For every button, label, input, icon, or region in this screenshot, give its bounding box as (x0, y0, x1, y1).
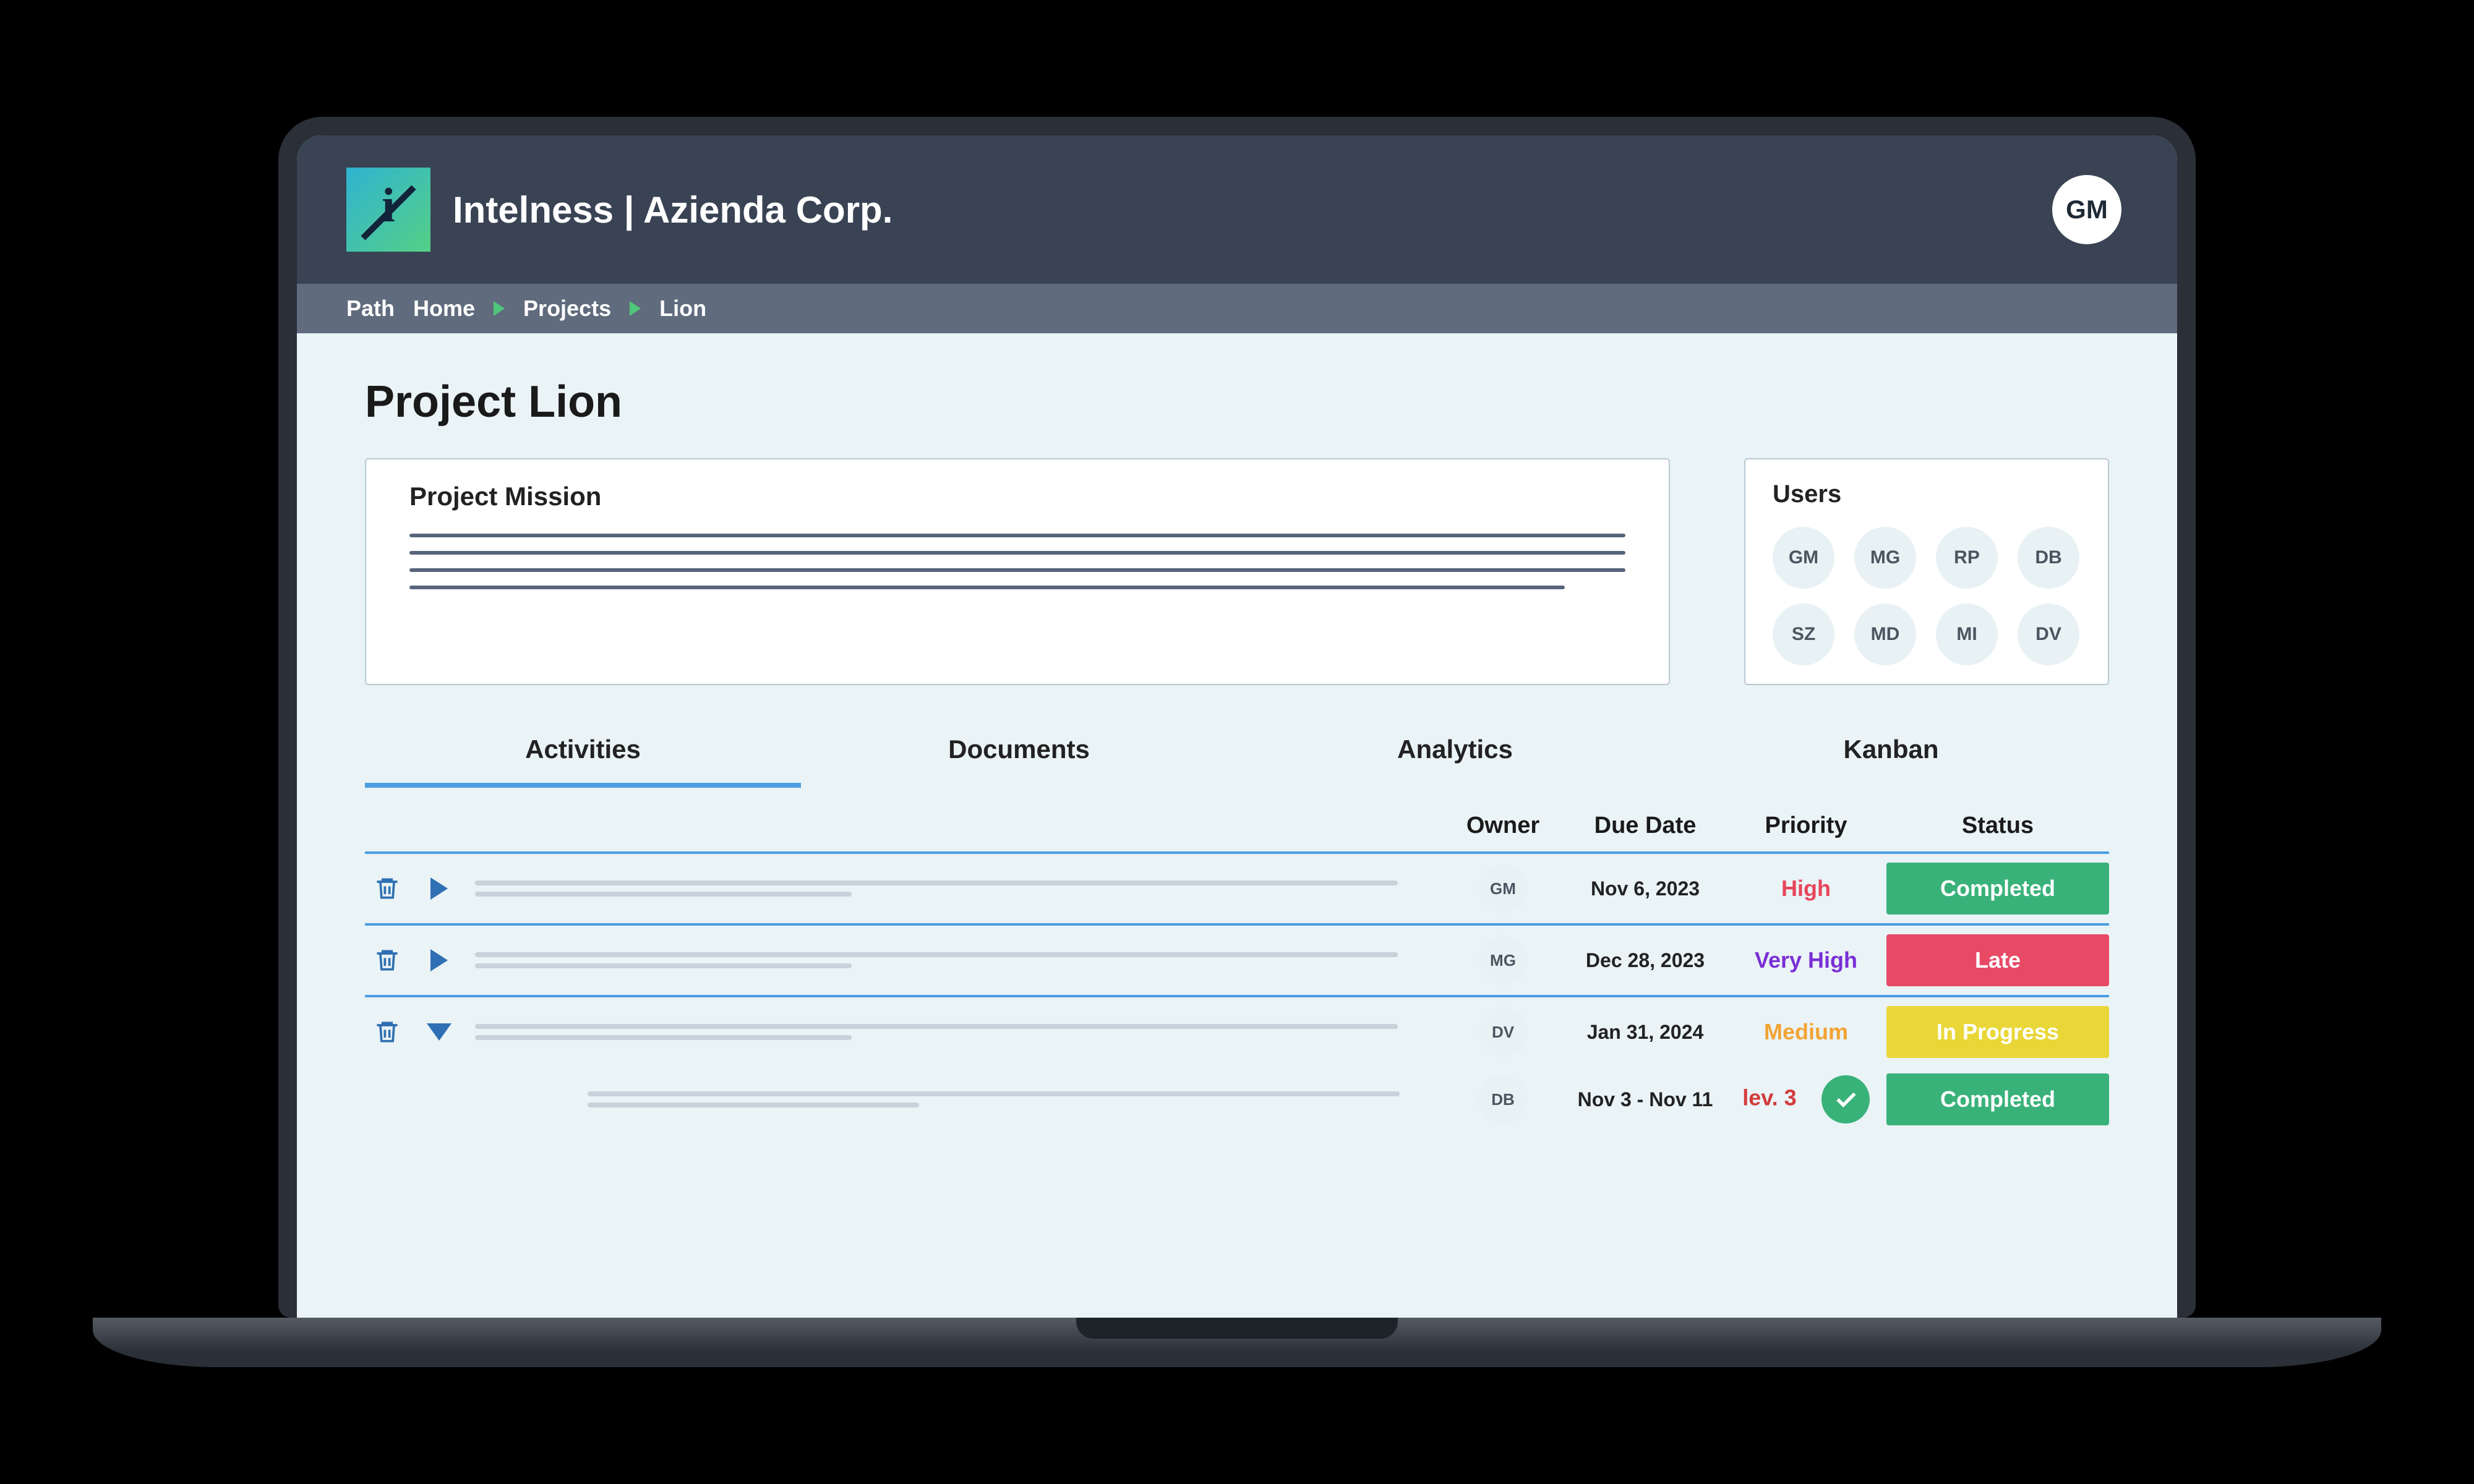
col-status: Status (1886, 812, 2109, 839)
tab-kanban[interactable]: Kanban (1673, 722, 2109, 788)
table-row[interactable]: DV Jan 31, 2024 Medium In Progress (365, 995, 2109, 1067)
chevron-right-icon (494, 301, 505, 316)
col-owner: Owner (1441, 812, 1565, 839)
mission-title: Project Mission (409, 482, 1625, 511)
activity-text-placeholder (588, 1091, 1441, 1107)
owner-avatar[interactable]: DB (1478, 1075, 1528, 1124)
activities-table: Owner Due Date Priority Status (365, 806, 2109, 1132)
status-badge: Late (1886, 934, 2109, 986)
breadcrumb: Path Home Projects Lion (297, 284, 2177, 333)
table-row[interactable]: GM Nov 6, 2023 High Completed (365, 851, 2109, 923)
user-avatar[interactable]: SZ (1773, 603, 1834, 665)
owner-avatar[interactable]: GM (1478, 864, 1528, 913)
page-title: Project Lion (365, 377, 2109, 427)
col-priority: Priority (1726, 812, 1886, 839)
breadcrumb-home[interactable]: Home (413, 296, 475, 322)
user-avatar[interactable]: MD (1854, 603, 1916, 665)
priority-badge: Medium (1726, 1019, 1886, 1045)
tabs: Activities Documents Analytics Kanban (365, 722, 2109, 788)
brand: i Intelness | Azienda Corp. (346, 168, 892, 252)
trash-icon[interactable] (371, 944, 403, 976)
status-badge: In Progress (1886, 1006, 2109, 1058)
check-icon (1821, 1075, 1870, 1124)
expand-icon[interactable] (423, 872, 455, 905)
col-due: Due Date (1565, 812, 1726, 839)
user-avatar[interactable]: DV (2018, 603, 2079, 665)
priority-badge: lev. 3 (1726, 1075, 1886, 1124)
due-date: Jan 31, 2024 (1565, 1021, 1726, 1044)
breadcrumb-lion[interactable]: Lion (659, 296, 706, 322)
expand-icon[interactable] (423, 944, 455, 976)
trash-icon[interactable] (371, 872, 403, 905)
user-avatar[interactable]: MG (1854, 527, 1916, 589)
user-avatar[interactable]: MI (1936, 603, 1998, 665)
activity-text-placeholder (475, 1024, 1441, 1040)
table-row[interactable]: MG Dec 28, 2023 Very High Late (365, 923, 2109, 995)
users-card: Users GM MG RP DB SZ MD MI DV (1744, 458, 2109, 685)
mission-card: Project Mission (365, 458, 1670, 685)
priority-badge: Very High (1726, 947, 1886, 973)
breadcrumb-projects[interactable]: Projects (523, 296, 611, 322)
due-date: Nov 6, 2023 (1565, 877, 1726, 900)
priority-badge: High (1726, 876, 1886, 902)
tab-documents[interactable]: Documents (801, 722, 1237, 788)
tab-activities[interactable]: Activities (365, 722, 801, 788)
app-title: Intelness | Azienda Corp. (453, 189, 892, 231)
status-badge: Completed (1886, 1073, 2109, 1125)
topbar: i Intelness | Azienda Corp. GM (297, 135, 2177, 284)
activity-text-placeholder (475, 881, 1441, 897)
status-badge: Completed (1886, 863, 2109, 915)
activity-text-placeholder (475, 952, 1441, 968)
users-title: Users (1773, 480, 2081, 508)
tab-analytics[interactable]: Analytics (1237, 722, 1673, 788)
collapse-icon[interactable] (423, 1016, 455, 1048)
app-logo[interactable]: i (346, 168, 430, 252)
owner-avatar[interactable]: DV (1478, 1007, 1528, 1057)
table-subrow[interactable]: DB Nov 3 - Nov 11 lev. 3 Completed (365, 1067, 2109, 1132)
chevron-right-icon (630, 301, 641, 316)
due-date: Nov 3 - Nov 11 (1565, 1088, 1726, 1111)
trash-icon[interactable] (371, 1016, 403, 1048)
user-avatar[interactable]: GM (1773, 527, 1834, 589)
current-user-avatar[interactable]: GM (2052, 175, 2121, 244)
user-avatar[interactable]: RP (1936, 527, 1998, 589)
breadcrumb-label: Path (346, 296, 395, 322)
mission-text-placeholder (409, 534, 1625, 589)
user-avatar[interactable]: DB (2018, 527, 2079, 589)
due-date: Dec 28, 2023 (1565, 949, 1726, 972)
owner-avatar[interactable]: MG (1478, 936, 1528, 985)
